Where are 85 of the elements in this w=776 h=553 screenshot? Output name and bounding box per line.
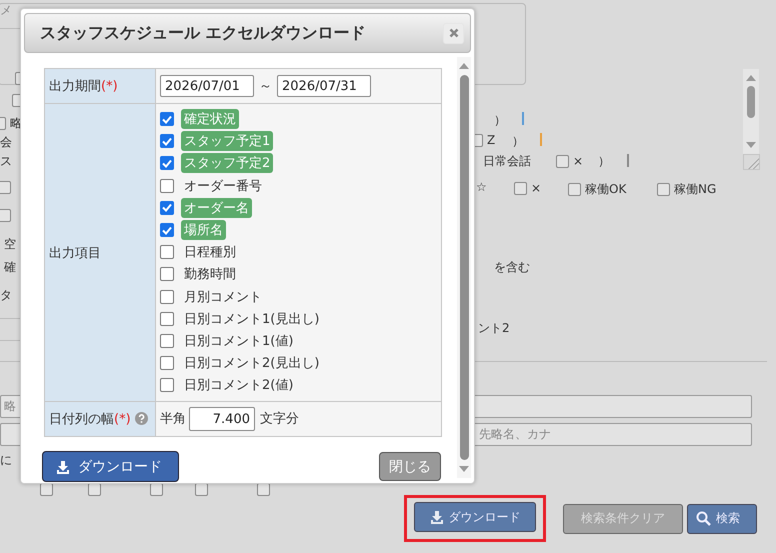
label-text: ント2: [478, 320, 510, 337]
option-label: 日別コメント2(見出し): [183, 355, 320, 374]
label-text: ）: [598, 153, 610, 170]
checkbox[interactable]: [657, 183, 670, 196]
unit-label: 半角: [160, 412, 186, 427]
checkbox[interactable]: [88, 483, 101, 496]
form-label: 日付列の幅(*): [44, 402, 156, 437]
checkbox[interactable]: [160, 312, 174, 326]
download-icon: [56, 460, 70, 474]
label-text: ）: [494, 112, 506, 129]
label-text: タ: [0, 287, 12, 304]
checkmark-icon: [162, 114, 172, 124]
checkbox[interactable]: [160, 334, 174, 348]
checkmark-icon: [162, 226, 172, 235]
label-text: を含む: [494, 259, 530, 276]
checkmark-icon: [162, 203, 172, 212]
option-tag: スタッフ予定2: [181, 153, 274, 174]
option-label: 月別コメント: [183, 288, 263, 307]
checkbox[interactable]: [195, 483, 208, 496]
label-text: 会: [0, 134, 12, 151]
close-button[interactable]: [443, 22, 464, 44]
checkbox[interactable]: [556, 154, 569, 168]
option-label: 稼働OK: [585, 181, 626, 198]
checkbox[interactable]: [0, 181, 11, 194]
checkbox[interactable]: [257, 483, 270, 496]
label-text: 空: [4, 236, 16, 253]
option-label: ×: [573, 154, 584, 168]
tab-label[interactable]: メ: [0, 2, 12, 19]
label-text: ス: [0, 153, 12, 170]
range-separator: ～: [259, 78, 272, 94]
form-label: 出力期間(*): [44, 68, 156, 104]
checkbox[interactable]: [160, 223, 174, 238]
checkbox[interactable]: [160, 178, 174, 193]
search-icon: [696, 511, 711, 526]
option-label: オーダー番号: [183, 178, 263, 196]
option-label: 日別コメント2(値): [183, 377, 294, 396]
label-text: 確: [4, 259, 16, 276]
checkbox[interactable]: [160, 245, 174, 260]
date-field[interactable]: 2026/07/31: [277, 75, 371, 97]
checkbox[interactable]: [160, 356, 174, 370]
download-button[interactable]: ダウンロード: [414, 502, 536, 532]
form-label: 出力項目: [44, 104, 156, 402]
width-field[interactable]: 7.400: [189, 407, 255, 432]
scrollbar[interactable]: [457, 57, 471, 478]
checkbox[interactable]: [160, 200, 174, 215]
option-label: 勤務時間: [183, 266, 237, 284]
checkbox[interactable]: [150, 483, 163, 496]
option-tag: スタッフ予定1: [181, 131, 274, 152]
option-label: 日別コメント1(値): [183, 332, 294, 351]
help-icon: [134, 412, 148, 426]
option-label: Z: [487, 133, 496, 147]
option-tag: 場所名: [181, 220, 226, 240]
date-field[interactable]: 2026/07/01: [160, 75, 254, 97]
close-icon: [448, 28, 458, 38]
option-label: 日程種別: [183, 244, 237, 262]
option-tag: 確定状況: [181, 109, 239, 130]
checkbox[interactable]: [514, 182, 527, 194]
checkmark-icon: [162, 158, 172, 168]
label-text: ☆: [476, 180, 487, 194]
dialog-title: スタッフスケジュール エクセルダウンロード: [40, 22, 366, 44]
checkbox[interactable]: [160, 112, 174, 126]
checkbox[interactable]: [160, 378, 174, 392]
checkbox[interactable]: [568, 183, 581, 196]
checkbox[interactable]: [40, 483, 53, 496]
checkmark-icon: [162, 136, 172, 146]
label-text: に: [0, 452, 12, 469]
label-text: ）: [512, 133, 524, 150]
search-button[interactable]: 検索: [687, 504, 757, 534]
close-button[interactable]: 閉じる: [379, 452, 441, 482]
option-tag: オーダー名: [181, 198, 252, 218]
checkbox[interactable]: [160, 134, 174, 148]
download-icon: [430, 510, 444, 524]
resize-grip-icon[interactable]: [743, 154, 760, 170]
scrollbar[interactable]: [743, 69, 759, 154]
option-label: 略: [10, 115, 22, 132]
option-label: 日別コメント1(見出し): [183, 310, 320, 329]
checkbox[interactable]: [0, 209, 11, 222]
checkbox[interactable]: [160, 267, 174, 282]
checkbox[interactable]: [160, 156, 174, 170]
checkbox[interactable]: [160, 290, 174, 304]
label-text: 日常会話: [483, 153, 531, 170]
option-label: 稼働NG: [674, 181, 716, 198]
download-button[interactable]: ダウンロード: [42, 451, 179, 482]
unit-label: 文字分: [260, 412, 299, 427]
option-label: ×: [531, 181, 542, 195]
